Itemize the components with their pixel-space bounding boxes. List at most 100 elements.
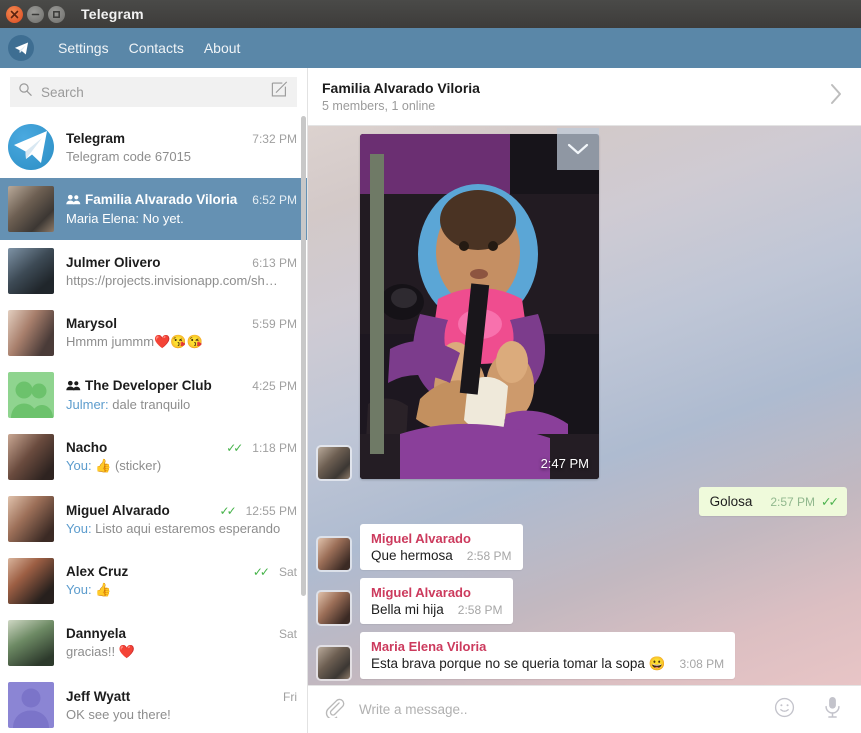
message-line: Golosa 2:57 PM ✓✓ — [709, 494, 839, 509]
message-list: 2:47 PM Golosa 2:57 PM ✓✓ Miguel Alvarado Que… — [318, 134, 847, 679]
chat-item-name-text: Jeff Wyatt — [66, 688, 131, 704]
photo-message[interactable]: 2:47 PM — [360, 134, 599, 479]
microphone-icon[interactable] — [822, 695, 843, 724]
chat-item-preview-text: Listo aqui estaremos esperando — [95, 520, 281, 536]
chat-item-text: Telegram 7:32 PM Telegram code 67015 — [66, 131, 297, 164]
chat-item-name-text: Familia Alvarado Viloria — [85, 192, 238, 207]
chat-item-preview: You: 👍 — [66, 582, 297, 598]
chat-list-item[interactable]: Jeff Wyatt Fri OK see you there! — [0, 674, 307, 733]
message-bubble[interactable]: Miguel Alvarado Bella mi hija 2:58 PM — [360, 578, 514, 624]
chat-item-preview-text: gracias!! ❤️ — [66, 644, 135, 659]
search-box[interactable] — [10, 77, 297, 107]
chat-item-preview: You: 👍 (sticker) — [66, 458, 297, 474]
chat-list-item[interactable]: Telegram 7:32 PM Telegram code 67015 — [0, 116, 307, 178]
minimize-button[interactable] — [27, 5, 44, 23]
chat-item-preview: Julmer: dale tranquilo — [66, 397, 297, 412]
chat-list[interactable]: Telegram 7:32 PM Telegram code 67015 Famili… — [0, 116, 307, 733]
chat-item-name-text: Miguel Alvarado — [66, 502, 170, 518]
message-line: Bella mi hija 2:58 PM — [371, 602, 502, 617]
photo-message-time: 2:47 PM — [540, 456, 589, 471]
compose-pencil-icon[interactable] — [270, 80, 289, 104]
chat-item-preview-prefix: You: — [66, 520, 96, 536]
chat-item-time: 12:55 PM — [245, 503, 297, 518]
message-bubble[interactable]: Golosa 2:57 PM ✓✓ — [698, 487, 847, 516]
chat-list-item[interactable]: Julmer Olivero 6:13 PM https://projects.in… — [0, 240, 307, 302]
chat-item-meta: Sat — [271, 627, 297, 641]
chat-item-preview-text: Maria Elena: No yet. — [66, 211, 184, 226]
smiley-face-icon[interactable] — [773, 696, 796, 724]
conversation-title: Familia Alvarado Viloria — [322, 80, 480, 96]
maximize-button[interactable] — [48, 5, 65, 23]
chat-list-item[interactable]: Nacho ✓✓ 1:18 PM You: 👍 (sticker) — [0, 426, 307, 488]
message-time: 2:58 PM — [457, 603, 503, 617]
chat-item-time: 1:18 PM — [252, 441, 297, 455]
chat-item-name: Familia Alvarado Viloria — [66, 192, 244, 208]
chat-item-text: Alex Cruz ✓✓ Sat You: 👍 — [66, 564, 297, 598]
menu-item-contacts[interactable]: Contacts — [119, 36, 194, 60]
chat-item-time: Fri — [283, 689, 297, 704]
chat-item-top-row: Jeff Wyatt Fri — [66, 689, 297, 704]
message-time: 2:57 PM — [770, 495, 816, 509]
message-text: Que hermosa — [371, 548, 453, 563]
double-check-icon: ✓✓ — [226, 441, 243, 455]
chat-item-time: 4:25 PM — [252, 379, 297, 393]
message-time: 2:58 PM — [466, 549, 512, 563]
chat-item-preview-prefix: You: — [66, 458, 96, 473]
message-avatar[interactable] — [318, 647, 350, 679]
chat-list-item[interactable]: Alex Cruz ✓✓ Sat You: 👍 — [0, 550, 307, 612]
chat-list-item[interactable]: Familia Alvarado Viloria 6:52 PM Maria Ele… — [0, 178, 307, 240]
menu-item-about[interactable]: About — [194, 36, 251, 60]
double-check-icon: ✓✓ — [252, 565, 270, 579]
avatar — [8, 310, 54, 356]
search-input[interactable] — [41, 84, 264, 100]
chat-item-meta: Fri — [275, 690, 297, 704]
chat-item-meta: 6:52 PM — [244, 193, 297, 207]
avatar — [8, 186, 54, 232]
chat-list-item[interactable]: Miguel Alvarado ✓✓ 12:55 PM You: Listo aqui… — [0, 488, 307, 550]
message-row: 2:47 PM — [318, 134, 847, 479]
scroll-to-bottom-button[interactable] — [557, 128, 599, 170]
chat-item-time: 5:59 PM — [252, 317, 297, 331]
paperclip-icon[interactable] — [324, 697, 345, 723]
message-input[interactable] — [359, 702, 747, 717]
chat-item-text: Julmer Olivero 6:13 PM https://projects.in… — [66, 255, 297, 288]
chat-item-time: 6:13 PM — [252, 255, 297, 270]
chat-item-preview: You: Listo aqui estaremos esperando — [66, 521, 297, 536]
chat-list-scrollbar[interactable] — [301, 116, 306, 733]
message-row: Miguel Alvarado Que hermosa 2:58 PM — [318, 524, 847, 570]
message-avatar[interactable] — [318, 447, 350, 479]
message-bubble[interactable]: Maria Elena Viloria Esta brava porque no … — [360, 632, 736, 679]
chat-item-top-row: Telegram 7:32 PM — [66, 131, 297, 146]
chat-item-name: Miguel Alvarado — [66, 503, 220, 518]
chat-item-name: Nacho — [66, 440, 226, 455]
chevron-right-icon[interactable] — [824, 83, 849, 110]
chat-item-preview: https://projects.invisionapp.com/sh… — [66, 273, 297, 288]
group-icon — [66, 379, 81, 394]
chat-item-preview-text: OK see you there! — [66, 706, 171, 722]
chat-item-meta: ✓✓ Sat — [253, 565, 297, 579]
chat-item-meta: ✓✓ 12:55 PM — [220, 504, 297, 518]
chat-list-item[interactable]: Marysol 5:59 PM Hmmm jummm❤️😘😘 — [0, 302, 307, 364]
chat-list-item[interactable]: The Developer Club 4:25 PM Julmer: dale tr… — [0, 364, 307, 426]
message-text: Golosa — [709, 494, 753, 509]
message-avatar[interactable] — [318, 592, 350, 624]
chat-item-preview-text: 👍 (sticker) — [95, 458, 162, 473]
chat-list-pane: Telegram 7:32 PM Telegram code 67015 Famili… — [0, 68, 308, 733]
chat-item-name-text: Alex Cruz — [66, 564, 129, 579]
chat-list-scroll-thumb[interactable] — [301, 116, 306, 596]
message-avatar[interactable] — [318, 538, 350, 570]
message-bubble[interactable]: Miguel Alvarado Que hermosa 2:58 PM — [360, 524, 523, 570]
group-icon — [66, 380, 81, 391]
chat-item-top-row: The Developer Club 4:25 PM — [66, 378, 297, 394]
close-button[interactable] — [6, 5, 23, 23]
double-check-icon: ✓✓ — [219, 503, 237, 518]
chat-item-preview-prefix: You: — [66, 582, 96, 597]
chat-list-item[interactable]: Dannyela Sat gracias!! ❤️ — [0, 612, 307, 674]
menu-item-settings[interactable]: Settings — [48, 36, 119, 60]
window-titlebar: Telegram — [0, 0, 861, 28]
chat-item-preview-text: 👍 — [95, 582, 112, 597]
conversation-header[interactable]: Familia Alvarado Viloria 5 members, 1 on… — [308, 68, 861, 126]
chat-item-name-text: The Developer Club — [85, 378, 212, 393]
window-title: Telegram — [81, 6, 144, 22]
chat-item-preview-text: https://projects.invisionapp.com/sh… — [66, 272, 278, 288]
